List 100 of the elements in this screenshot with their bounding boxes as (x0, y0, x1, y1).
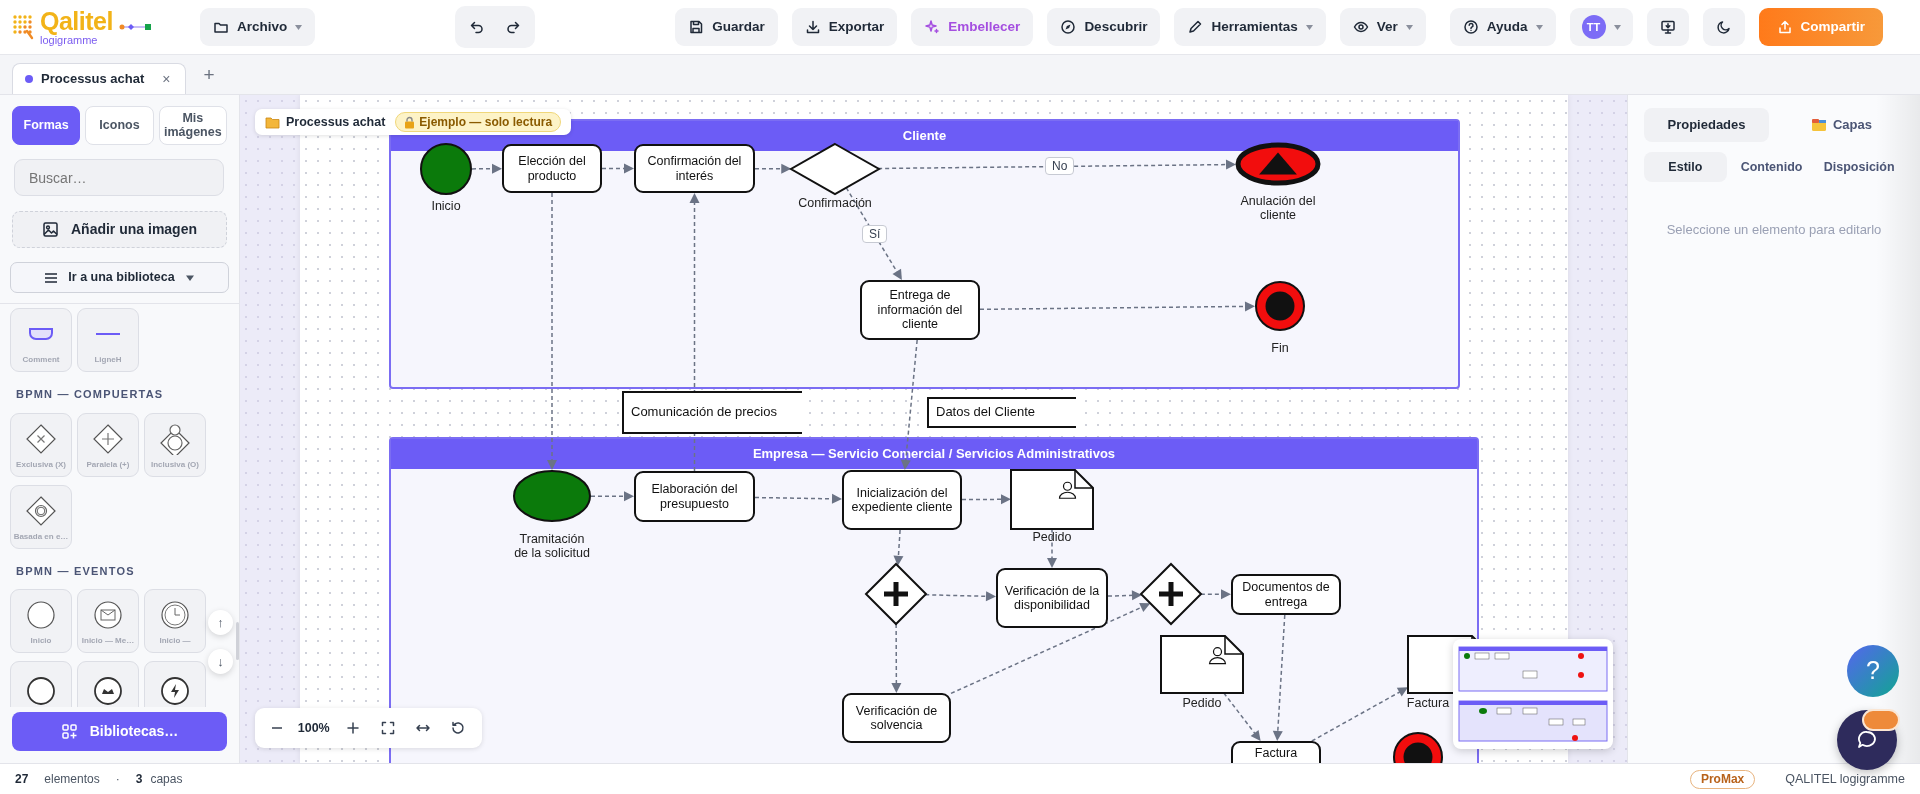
flow-arrow (893, 529, 904, 566)
redo-icon (505, 19, 522, 35)
library-tab[interactable]: Mis imágenes (158, 106, 227, 145)
node-label: Factura (1405, 696, 1451, 710)
discover-button[interactable]: Descubrir (1047, 8, 1161, 46)
end-event-icon (25, 674, 57, 707)
edge-label: No (1045, 157, 1075, 176)
pencil-icon (1187, 19, 1204, 35)
shape-tile[interactable] (144, 661, 206, 707)
eye-icon (1352, 19, 1369, 35)
section-heading: BPMN — COMPUERTAS (16, 387, 165, 402)
file-menu-button[interactable]: Archivo (200, 8, 316, 46)
theme-button[interactable] (1702, 8, 1745, 46)
folder-icon (1811, 118, 1827, 132)
separator-dot: · (115, 771, 120, 788)
diagram-title: Processus achat (286, 113, 386, 131)
save-icon (688, 19, 705, 35)
message-event-icon (92, 599, 124, 631)
scroll-down-button[interactable]: ↓ (208, 649, 233, 674)
task-node: Verificación de la disponibilidad (996, 568, 1108, 628)
event-gateway-icon (25, 494, 57, 527)
pool-header: Empresa — Servicio Comercial / Servicios Administrativos (391, 439, 1477, 469)
task-node: Confirmación del interés (634, 144, 755, 193)
panel-tab[interactable]: Capas (1779, 108, 1904, 142)
flow-arrow (961, 494, 1011, 505)
folder-icon (265, 115, 280, 129)
notification-badge (1862, 709, 1900, 731)
node-label: Inicio (430, 199, 462, 213)
beautify-button[interactable]: Embellecer (911, 8, 1034, 46)
user-menu-button[interactable]: TT (1569, 8, 1633, 46)
search-field[interactable]: Buscar… (14, 159, 224, 196)
start-event-icon (25, 599, 57, 631)
node-label: Anulación del cliente (1239, 194, 1317, 222)
help-icon (1462, 19, 1479, 35)
flow-connector-icon (118, 22, 151, 32)
document-tab[interactable]: Processus achat × (12, 63, 186, 94)
zoom-level: 100% (297, 719, 330, 737)
logo-subtitle: logigramme (40, 34, 98, 46)
app-name: QALITEL logigramme (1785, 770, 1905, 788)
comment-shape-icon (29, 328, 53, 340)
new-tab-button[interactable]: + (197, 59, 221, 90)
library-tab[interactable]: Formas (12, 106, 81, 145)
compass-icon (1060, 19, 1077, 35)
download-icon (804, 19, 821, 35)
scrollbar-thumb[interactable] (236, 622, 239, 660)
task-node: Elaboración del presupuesto (634, 471, 755, 522)
libraries-button[interactable]: Bibliotecas… (12, 712, 227, 751)
scroll-up-button[interactable]: ↑ (208, 610, 233, 635)
node-label: Tramitación de la solicitud (513, 532, 591, 560)
panel-subtab[interactable]: Estilo (1644, 152, 1727, 182)
menu-icon (44, 271, 59, 284)
minus-icon (270, 727, 283, 729)
parallel-gateway (863, 561, 929, 627)
logo-icon (12, 14, 34, 40)
tools-menu-button[interactable]: Herramientas (1174, 8, 1326, 46)
panel-subtab[interactable]: Contenido (1728, 152, 1815, 182)
caret-icon (184, 273, 195, 282)
flow-arrow (1200, 589, 1231, 600)
image-icon (42, 221, 59, 238)
element-count: 27 (15, 771, 29, 788)
caret-icon (295, 24, 303, 30)
export-button[interactable]: Exportar (791, 8, 898, 46)
panel-tab[interactable]: Propiedades (1644, 108, 1769, 142)
empty-state-message: Seleccione un elemento para editarlo (1665, 221, 1883, 239)
bolt-event-icon (159, 674, 191, 707)
help-menu-button[interactable]: Ayuda (1449, 8, 1556, 46)
flow-arrow (590, 491, 634, 502)
view-menu-button[interactable]: Ver (1339, 8, 1426, 46)
lock-icon (404, 115, 416, 129)
terminate-end-event (1252, 278, 1308, 334)
status-dot-icon (25, 75, 33, 83)
panel-subtab[interactable]: Disposición (1816, 152, 1902, 182)
flow-arrow (471, 163, 502, 174)
add-image-button[interactable]: Añadir una imagen (12, 211, 227, 248)
task-node: Entrega de información del cliente (860, 280, 980, 340)
caret-icon (1305, 24, 1313, 30)
library-select[interactable]: Ir a una biblioteca (10, 262, 229, 293)
node-label: Pedido (1181, 696, 1223, 710)
task-node: Inicialización del expediente cliente (842, 470, 962, 530)
shape-tile[interactable] (77, 661, 139, 707)
flow-arrow (891, 623, 902, 693)
caret-icon (1613, 24, 1621, 30)
element-count-label: elementos (44, 771, 100, 788)
shape-tile[interactable] (10, 661, 72, 707)
flow-arrow (754, 163, 792, 174)
layer-count-label: capas (150, 771, 183, 788)
share-icon (1776, 19, 1793, 35)
timer-event-icon (159, 599, 191, 631)
node-label: Confirmación (797, 196, 873, 210)
flow-arrow (601, 163, 634, 174)
caret-icon (1535, 24, 1543, 30)
user-avatar: TT (1581, 15, 1606, 39)
close-tab-button[interactable]: × (160, 68, 173, 90)
inclusive-gateway-icon (159, 422, 191, 455)
save-button[interactable]: Guardar (675, 8, 778, 46)
parallel-gateway (1138, 561, 1204, 627)
monitor-icon (1659, 19, 1676, 35)
logo-text: Qalitel (40, 8, 113, 34)
library-tab[interactable]: Iconos (85, 106, 154, 145)
present-button[interactable] (1646, 8, 1689, 46)
